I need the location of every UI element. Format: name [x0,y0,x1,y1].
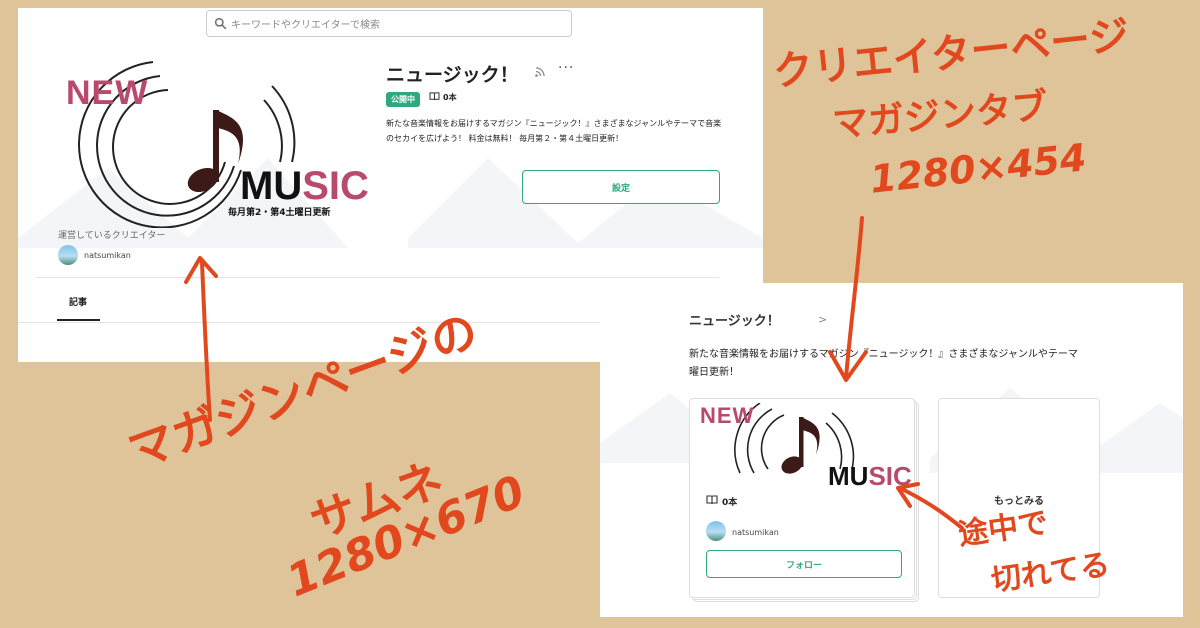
book-icon [429,92,440,101]
search-icon [214,17,227,30]
magazine-thumbnail: NEW MUSIC 毎月第2・第4土曜日更新 [56,58,376,228]
magazine-title[interactable]: ニュージック！ [689,310,780,329]
divider [36,277,719,278]
more-options-icon[interactable]: ··· [558,60,574,76]
logo-music-text: MUSIC [828,461,912,491]
search-placeholder: キーワードやクリエイターで検索 [231,20,380,31]
status-badge: 公開中 [386,92,420,107]
logo-new-text: NEW [700,403,755,428]
operator-label: 運営しているクリエイター [58,231,166,241]
article-count: 0本 [443,93,457,102]
follow-button[interactable]: フォロー [706,550,902,578]
avatar[interactable] [706,521,726,541]
avatar[interactable] [58,245,78,265]
article-count: 0本 [722,498,738,508]
book-icon [706,495,718,505]
tab-active-underline [57,319,100,321]
annotation-creator-page-size: 1280×454 [868,135,1089,202]
rss-icon[interactable] [535,67,545,77]
chevron-right-icon[interactable]: > [818,313,827,326]
settings-button[interactable]: 設定 [522,170,720,204]
logo-new-text: NEW [66,74,149,112]
magazine-description: 新たな音楽情報をお届けするマガジン『ニュージック！』さまざまなジャンルやテーマで… [386,119,722,143]
creator-name[interactable]: natsumikan [732,528,779,537]
logo-music-text: MUSIC [240,164,369,208]
creator-name[interactable]: natsumikan [84,251,131,260]
magazine-title: ニュージック！ [386,64,519,86]
search-input[interactable]: キーワードやクリエイターで検索 [206,10,572,37]
annotation-creator-page-line1: クリエイターページ [771,12,1132,96]
logo-schedule-text: 毎月第2・第4土曜日更新 [228,208,331,218]
tab-articles[interactable]: 記事 [69,295,87,308]
magazine-description: 新たな音楽情報をお届けするマガジン『ニュージック！』さまざまなジャンルやテーマ … [689,349,1078,378]
